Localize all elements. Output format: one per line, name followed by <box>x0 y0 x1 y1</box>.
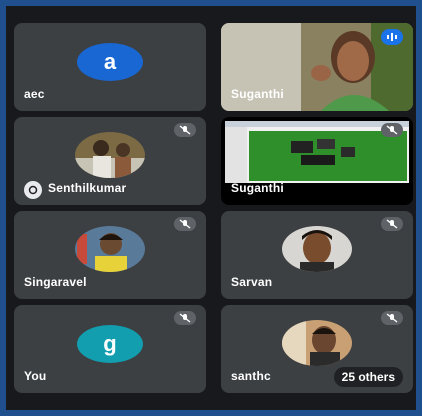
participant-name: Singaravel <box>24 275 87 289</box>
avatar <box>75 131 145 178</box>
participant-tile-you[interactable]: g You <box>14 305 206 393</box>
participant-tile-suganthi-presentation[interactable]: Suganthi <box>221 117 413 205</box>
mic-off-icon <box>174 123 196 137</box>
meeting-grid: a aec Suganthi Senthilkumar Suganthi Sin… <box>6 6 416 410</box>
audio-level-icon <box>381 29 403 45</box>
participant-name: You <box>24 369 47 383</box>
participant-name: Suganthi <box>231 181 284 195</box>
participant-tile-suganthi-video[interactable]: Suganthi <box>221 23 413 111</box>
participant-name: Senthilkumar <box>48 181 127 195</box>
participant-name: Sarvan <box>231 275 273 289</box>
avatar <box>282 319 352 366</box>
participant-tile-aec[interactable]: a aec <box>14 23 206 111</box>
participant-name: aec <box>24 87 45 101</box>
mic-off-icon <box>174 311 196 325</box>
avatar <box>282 225 352 272</box>
participant-name: Suganthi <box>231 87 284 101</box>
others-count-badge[interactable]: 25 others <box>333 367 403 387</box>
avatar: a <box>77 42 143 81</box>
participant-tile-singaravel[interactable]: Singaravel <box>14 211 206 299</box>
mic-off-icon <box>174 217 196 231</box>
participant-tile-overflow[interactable]: santhc 25 others <box>221 305 413 393</box>
avatar: g <box>77 324 143 363</box>
avatar <box>75 225 145 272</box>
participant-name: santhc <box>231 369 271 383</box>
pin-icon[interactable] <box>24 181 42 199</box>
participant-tile-senthilkumar[interactable]: Senthilkumar <box>14 117 206 205</box>
mic-off-icon <box>381 311 403 325</box>
mic-off-icon <box>381 217 403 231</box>
mic-off-icon <box>381 123 403 137</box>
participant-tile-sarvan[interactable]: Sarvan <box>221 211 413 299</box>
